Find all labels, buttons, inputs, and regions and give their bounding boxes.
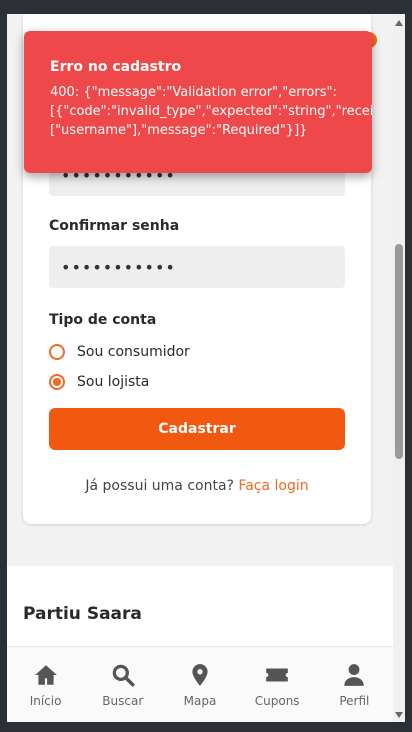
toast-message-line: ["username"],"message":"Required"}]}	[50, 123, 308, 138]
radio-consumer-label: Sou consumidor	[77, 344, 190, 360]
login-link[interactable]: Faça login	[238, 478, 308, 494]
toast-message-line: 400: {"message":"Validation error","erro…	[50, 85, 337, 100]
confirm-password-label: Confirmar senha	[49, 218, 180, 234]
toast-message: 400: {"message":"Validation error","erro…	[50, 83, 372, 140]
confirm-password-field[interactable]: •••••••••••	[49, 246, 345, 288]
tab-buscar[interactable]: Buscar	[88, 662, 158, 708]
radio-selected-dot	[53, 378, 61, 386]
toast-message-line: [{"code":"invalid_type","expected":"stri…	[50, 104, 372, 119]
search-icon	[112, 664, 135, 686]
home-icon	[34, 664, 57, 685]
section-title: Partiu Saara	[23, 604, 142, 624]
account-type-label: Tipo de conta	[49, 312, 157, 328]
tab-cupons-label: Cupons	[254, 693, 300, 708]
scrollbar[interactable]	[393, 14, 405, 722]
user-icon	[344, 663, 365, 686]
tab-inicio-label: Início	[29, 693, 62, 708]
radio-merchant-label: Sou lojista	[77, 374, 150, 390]
login-prompt-text: Já possui uma conta?	[85, 478, 234, 494]
register-button[interactable]: Cadastrar	[49, 408, 345, 450]
radio-consumer-indicator[interactable]	[49, 344, 65, 360]
radio-consumer[interactable]: Sou consumidor	[49, 344, 190, 360]
radio-merchant[interactable]: Sou lojista	[49, 374, 149, 390]
toast-title: Erro no cadastro	[50, 59, 182, 75]
bottom-tab-bar: Início Buscar Mapa Cupons Perfil	[7, 646, 393, 722]
ticket-icon	[266, 668, 288, 681]
radio-merchant-indicator[interactable]	[49, 374, 65, 390]
tab-perfil[interactable]: Perfil	[319, 662, 389, 708]
scroll-down-arrow-icon[interactable]	[395, 712, 403, 718]
tab-mapa-label: Mapa	[183, 693, 217, 708]
app-frame: ••••••••••• Confirmar senha ••••••••••• …	[7, 14, 405, 722]
tab-mapa[interactable]: Mapa	[165, 662, 235, 708]
tab-cupons[interactable]: Cupons	[242, 662, 312, 708]
tab-inicio[interactable]: Início	[11, 662, 81, 708]
error-toast[interactable]: Erro no cadastro 400: {"message":"Valida…	[24, 31, 372, 173]
tab-perfil-label: Perfil	[339, 693, 370, 708]
map-pin-icon	[192, 663, 208, 686]
scrollbar-thumb[interactable]	[395, 244, 403, 459]
tab-buscar-label: Buscar	[102, 693, 144, 708]
login-prompt: Já possui uma conta? Faça login	[23, 478, 371, 494]
scroll-up-arrow-icon[interactable]	[395, 20, 403, 26]
